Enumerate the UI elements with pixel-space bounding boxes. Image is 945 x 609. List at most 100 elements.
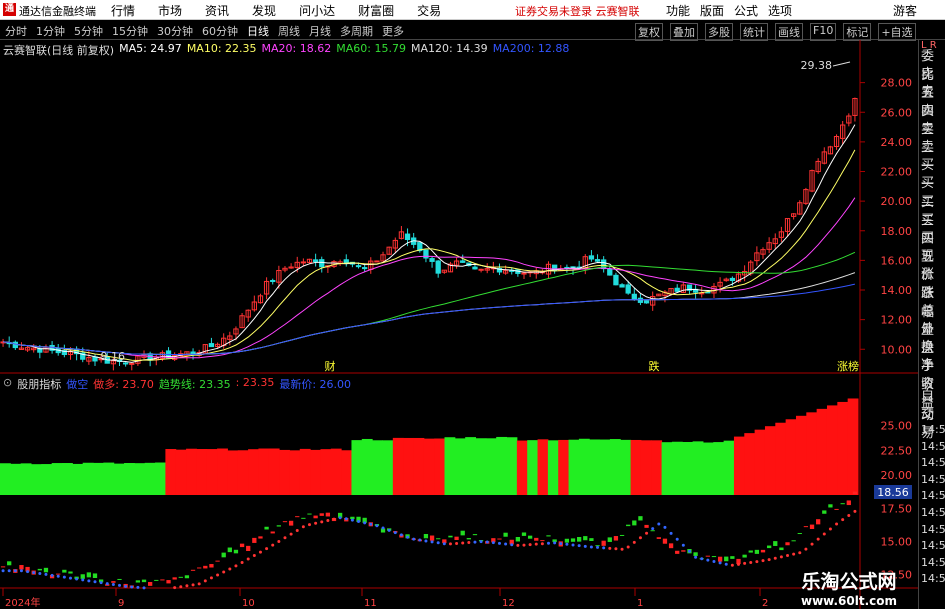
chart-area[interactable]: 10.00 12.00 14.00 16.00 18.00 20.00 22.00 24.00… (0, 40, 918, 609)
low-candle (822, 510, 827, 514)
low-candle (148, 581, 153, 586)
tool-button-6[interactable]: 标记 (843, 23, 872, 41)
trend-dot (473, 540, 477, 544)
low-candle (325, 512, 331, 517)
low-candle (246, 545, 251, 552)
menu-item-3[interactable]: 发现 (252, 2, 276, 19)
period-tab-0[interactable]: 分时 (5, 23, 27, 39)
low-candle (0, 566, 6, 568)
period-tab-1[interactable]: 1分钟 (36, 23, 65, 39)
low-candle (675, 550, 680, 554)
indicator-bar (258, 448, 270, 495)
period-tab-6[interactable]: 日线 (247, 23, 269, 39)
right-menu-item-1[interactable]: 版面 (700, 2, 724, 19)
candle-body (613, 274, 619, 286)
low-candle (852, 491, 858, 495)
low-candle (773, 541, 778, 546)
trend-dot (577, 544, 581, 548)
trend-dot (179, 585, 183, 589)
tool-button-4[interactable]: 画线 (775, 23, 803, 41)
low-candle (754, 549, 760, 554)
trend-dot (295, 528, 299, 532)
right-menu-item-0[interactable]: 功能 (666, 2, 690, 19)
xtick-1: 9 (118, 598, 124, 609)
low-candle (730, 556, 735, 559)
menu-item-4[interactable]: 问小达 (299, 2, 335, 19)
trend-dot (687, 549, 691, 553)
menu-item-0[interactable]: 行情 (111, 2, 135, 19)
low-candle (816, 519, 821, 525)
low-candle (7, 561, 12, 566)
guest-button[interactable]: 游客 (893, 2, 917, 19)
menu-item-5[interactable]: 财富圈 (358, 2, 394, 19)
low-candle (803, 526, 809, 528)
candle-body (208, 343, 215, 348)
trend-dot (669, 531, 673, 535)
period-tab-9[interactable]: 多周期 (340, 23, 373, 39)
low-candle (724, 556, 729, 562)
trend-dot (602, 546, 606, 550)
candle-body (729, 277, 736, 281)
period-tab-3[interactable]: 15分钟 (112, 23, 148, 39)
trend-dot (792, 552, 796, 556)
trend-dot (608, 546, 612, 550)
low-candle (166, 580, 171, 584)
period-tab-4[interactable]: 30分钟 (157, 23, 193, 39)
indicator-bar (599, 439, 611, 495)
indicator-bar (237, 450, 249, 495)
candle-body (319, 259, 325, 268)
right-menu-item-2[interactable]: 公式 (734, 2, 758, 19)
low-candle (785, 542, 790, 546)
low-candle (656, 537, 661, 539)
trend-dot (252, 554, 256, 558)
side-time-1: 14:5 (921, 439, 945, 453)
low-candle (626, 524, 631, 527)
tool-button-7[interactable]: +自选 (878, 23, 916, 41)
trend-dot (314, 521, 318, 525)
tool-button-1[interactable]: 叠加 (670, 23, 698, 41)
indicator-bar (62, 463, 73, 495)
menu-item-6[interactable]: 交易 (417, 2, 441, 19)
candle-body (460, 260, 466, 263)
high-price-arrow (832, 61, 851, 67)
indicator-bar (578, 438, 590, 495)
low-candle (258, 536, 263, 539)
main-menu: 行情 市场 资讯 发现 问小达 财富圈 交易 (111, 2, 464, 19)
indicator-bar (671, 441, 683, 495)
candle-body (631, 293, 637, 300)
tool-button-3[interactable]: 统计 (740, 23, 768, 41)
indicator-bar (413, 437, 425, 495)
high-price-label: 29.38 (801, 59, 833, 72)
trend-dot (136, 585, 140, 589)
period-tab-7[interactable]: 周线 (278, 23, 300, 39)
login-notice[interactable]: 证券交易未登录 云赛智联 (515, 3, 640, 19)
low-candle (154, 579, 159, 581)
low-candle (56, 573, 61, 575)
period-tab-5[interactable]: 60分钟 (202, 23, 238, 39)
tool-button-0[interactable]: 复权 (635, 23, 663, 41)
low-candle (632, 520, 637, 526)
indicator-bar (444, 437, 456, 495)
trend-dot (767, 558, 771, 562)
indicator-bar (320, 449, 332, 495)
low-candle (791, 540, 796, 542)
menu-item-1[interactable]: 市场 (158, 2, 182, 19)
indicator-bar (361, 438, 373, 495)
indicator-bar (454, 438, 466, 495)
trend-dot (528, 543, 532, 547)
low-candle (68, 571, 73, 574)
low-candle (527, 535, 533, 539)
menu-item-2[interactable]: 资讯 (205, 2, 229, 19)
trend-dot (173, 586, 177, 590)
low-candle (117, 578, 122, 580)
period-tab-2[interactable]: 5分钟 (74, 23, 103, 39)
low-candle (221, 552, 226, 558)
period-tab-10[interactable]: 更多 (382, 23, 404, 39)
right-menu-item-3[interactable]: 选项 (768, 2, 792, 19)
tool-button-5[interactable]: F10 (810, 23, 837, 41)
trend-dot (124, 584, 128, 588)
tool-button-2[interactable]: 多股 (705, 23, 733, 41)
trend-dot (320, 520, 324, 524)
period-tab-8[interactable]: 月线 (309, 23, 331, 39)
low-candle (515, 536, 521, 542)
